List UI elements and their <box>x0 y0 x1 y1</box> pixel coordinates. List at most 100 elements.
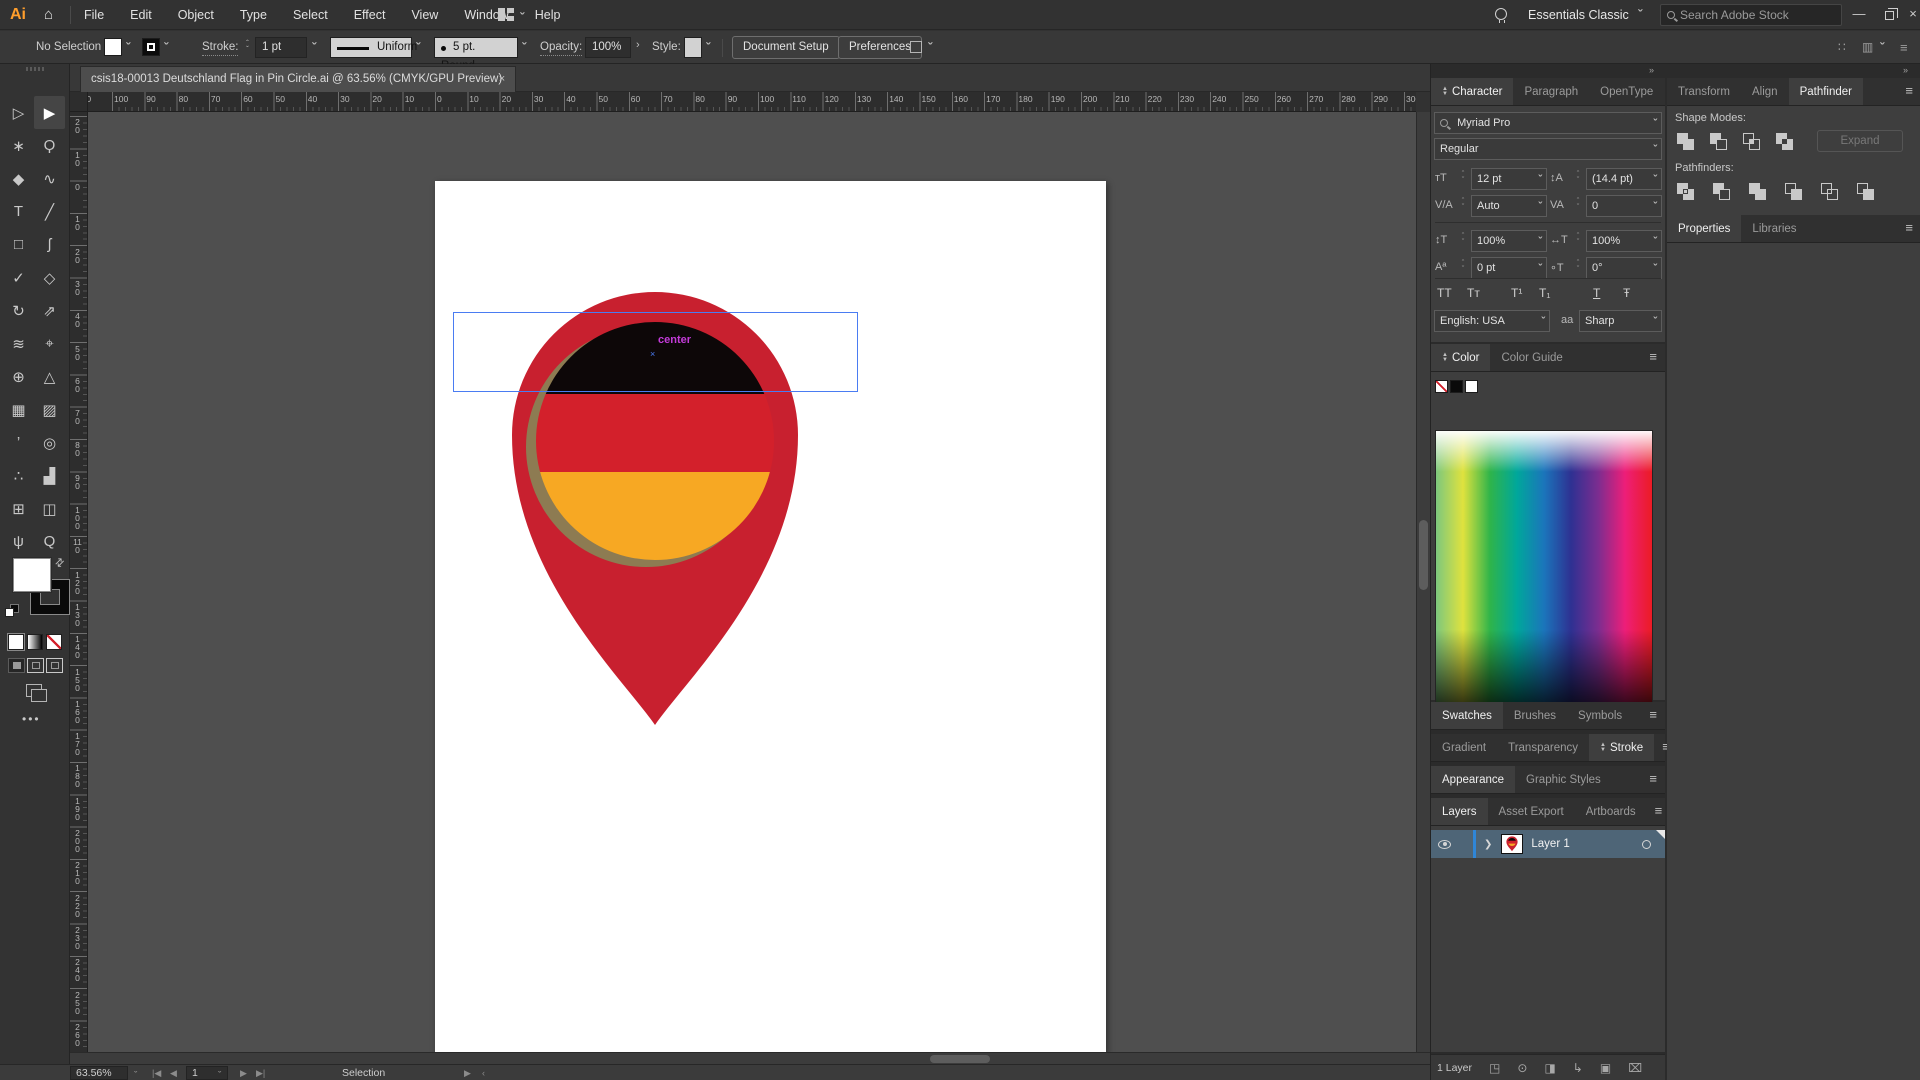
control-panel-menu-icon[interactable]: ≡ <box>1900 40 1908 55</box>
tab-appearance[interactable]: Appearance <box>1431 766 1515 793</box>
prev-artboard-icon[interactable]: ◀ <box>170 1066 177 1080</box>
locate-object-icon[interactable]: ⊙ <box>1517 1061 1527 1075</box>
font-size-chevron-icon[interactable]: ˇ <box>1538 170 1542 190</box>
draw-normal-mode[interactable] <box>8 658 25 673</box>
divide-button[interactable] <box>1673 180 1697 202</box>
width-profile-chevron-icon[interactable]: ˇ <box>416 43 420 53</box>
menu-object[interactable]: Object <box>178 8 214 22</box>
status-collapse-icon[interactable]: ‹ <box>482 1066 485 1080</box>
workspace-switcher[interactable]: Essentials Classic <box>1528 0 1629 30</box>
idea-bulb-icon[interactable] <box>1495 8 1507 20</box>
tab-transform[interactable]: Transform <box>1667 78 1741 105</box>
horizontal-scale-stepper[interactable]: ˆˇ <box>1573 234 1583 246</box>
last-artboard-icon[interactable]: ▶| <box>256 1066 265 1080</box>
new-layer-icon[interactable]: ▣ <box>1600 1061 1611 1075</box>
select-similar-icon[interactable] <box>910 41 922 53</box>
tab-transparency[interactable]: Transparency <box>1497 734 1589 761</box>
lasso-tool[interactable]: Ϙ <box>34 129 65 162</box>
swap-fill-stroke-icon[interactable]: ⇄ <box>52 555 68 571</box>
workspace-chevron-icon[interactable]: ˇ <box>1638 10 1642 20</box>
tab-properties[interactable]: Properties <box>1667 215 1741 242</box>
rotate-tool[interactable]: ↻ <box>3 294 34 327</box>
character-rotation-stepper[interactable]: ˆˇ <box>1573 261 1583 273</box>
horizontal-scale-field[interactable]: 100%ˇ <box>1586 230 1662 252</box>
document-tab[interactable]: csis18-00013 Deutschland Flag in Pin Cir… <box>80 66 516 92</box>
case-button-5[interactable]: Ŧ <box>1623 286 1630 300</box>
kerning-field[interactable]: Autoˇ <box>1471 195 1547 217</box>
layer-name[interactable]: Layer 1 <box>1531 838 1569 850</box>
menu-effect[interactable]: Effect <box>354 8 386 22</box>
case-button-0[interactable]: TT <box>1437 286 1452 300</box>
none-button[interactable] <box>46 634 62 650</box>
gradient-button[interactable] <box>27 634 43 650</box>
intersect-button[interactable] <box>1739 130 1763 152</box>
stroke-weight-chevron-icon[interactable]: ˇ <box>312 43 316 53</box>
perspective-grid-tool[interactable]: △ <box>34 360 65 393</box>
horizontal-ruler[interactable]: 1010090807060504030201001020304050607080… <box>88 92 1416 112</box>
layer-target-icon[interactable] <box>1642 840 1651 849</box>
vertical-scale-chevron-icon[interactable]: ˇ <box>1538 232 1542 252</box>
new-sublayer-icon[interactable]: ↳ <box>1573 1061 1583 1075</box>
shaper-tool[interactable]: ✓ <box>3 261 34 294</box>
zoom-level-field[interactable]: 63.56% <box>70 1066 128 1080</box>
eyedropper-tool[interactable]: ’ <box>3 426 34 459</box>
tab-pathfinder[interactable]: Pathfinder <box>1789 78 1863 105</box>
style-swatch[interactable] <box>684 37 702 58</box>
character-rotation-field[interactable]: 0°ˇ <box>1586 257 1662 279</box>
tab-align[interactable]: Align <box>1741 78 1789 105</box>
white-swatch[interactable] <box>1465 380 1478 393</box>
none-color-swatch[interactable] <box>1435 380 1448 393</box>
artboard-number-field[interactable]: 1 <box>186 1066 228 1080</box>
case-button-3[interactable]: T₁ <box>1539 286 1550 300</box>
tab-swatches[interactable]: Swatches <box>1431 702 1503 729</box>
menu-edit[interactable]: Edit <box>130 8 152 22</box>
font-style-field[interactable]: Regularˇ <box>1434 138 1662 160</box>
type-tool[interactable]: T <box>3 195 34 228</box>
stroke-weight-field[interactable]: 1 pt <box>255 37 307 58</box>
selection-tool[interactable]: ▶ <box>34 96 65 129</box>
slice-tool[interactable]: ◫ <box>34 492 65 525</box>
fill-swatch[interactable] <box>104 38 122 56</box>
shape-builder-tool[interactable]: ⊕ <box>3 360 34 393</box>
arrange-documents-chevron-icon[interactable]: ˇ <box>520 13 524 23</box>
magic-wand-tool[interactable]: ∗ <box>3 129 34 162</box>
toolbar-grip[interactable] <box>26 67 44 71</box>
outline-button[interactable] <box>1817 180 1841 202</box>
paintbrush-tool[interactable]: ʃ <box>34 228 65 261</box>
variable-width-profile[interactable]: Uniform <box>330 37 412 58</box>
baseline-shift-stepper[interactable]: ˆˇ <box>1458 261 1468 273</box>
panel-menu-icon[interactable]: ≡ <box>1897 78 1920 105</box>
anti-alias-field[interactable]: Sharpˇ <box>1579 310 1662 332</box>
trim-button[interactable] <box>1709 180 1733 202</box>
character-rotation-chevron-icon[interactable]: ˇ <box>1653 259 1657 279</box>
select-similar-chevron-icon[interactable]: ˇ <box>928 43 932 53</box>
width-tool[interactable]: ≋ <box>3 327 34 360</box>
minus-back-button[interactable] <box>1853 180 1877 202</box>
delete-layer-icon[interactable]: ⌧ <box>1628 1061 1642 1075</box>
baseline-shift-chevron-icon[interactable]: ˇ <box>1538 259 1542 279</box>
panel-menu-icon[interactable]: ≡ <box>1897 215 1920 242</box>
tracking-field[interactable]: 0ˇ <box>1586 195 1662 217</box>
make-clipping-mask-icon[interactable]: ◨ <box>1544 1061 1555 1075</box>
draw-inside-mode[interactable] <box>46 658 63 673</box>
exclude-button[interactable] <box>1772 130 1796 152</box>
artboard-tool[interactable]: ⊞ <box>3 492 34 525</box>
language-field[interactable]: English: USAˇ <box>1434 310 1550 332</box>
scale-tool[interactable]: ⇗ <box>34 294 65 327</box>
curvature-tool[interactable]: ∿ <box>34 162 65 195</box>
tab-color[interactable]: ▲▼Color <box>1431 344 1490 371</box>
home-icon[interactable]: ⌂ <box>44 0 53 30</box>
touch-workspace-icon[interactable]: ∷ <box>1838 40 1846 54</box>
close-button[interactable]: × <box>1906 0 1920 28</box>
first-artboard-icon[interactable]: |◀ <box>152 1066 161 1080</box>
brush-definition[interactable]: 5 pt. Round <box>434 37 518 58</box>
tab-opentype[interactable]: OpenType <box>1589 78 1664 105</box>
edit-toolbar-icon[interactable]: ••• <box>22 712 41 726</box>
leading-stepper[interactable]: ˆˇ <box>1573 172 1583 184</box>
mesh-tool[interactable]: ▦ <box>3 393 34 426</box>
kerning-stepper[interactable]: ˆˇ <box>1458 199 1468 211</box>
layer-expand-icon[interactable]: ❯ <box>1484 839 1492 850</box>
color-spectrum[interactable] <box>1435 430 1653 724</box>
vertical-ruler[interactable]: 2010010203040506070809010011012013014015… <box>70 112 88 1052</box>
tab-close-icon[interactable]: × <box>492 66 512 92</box>
